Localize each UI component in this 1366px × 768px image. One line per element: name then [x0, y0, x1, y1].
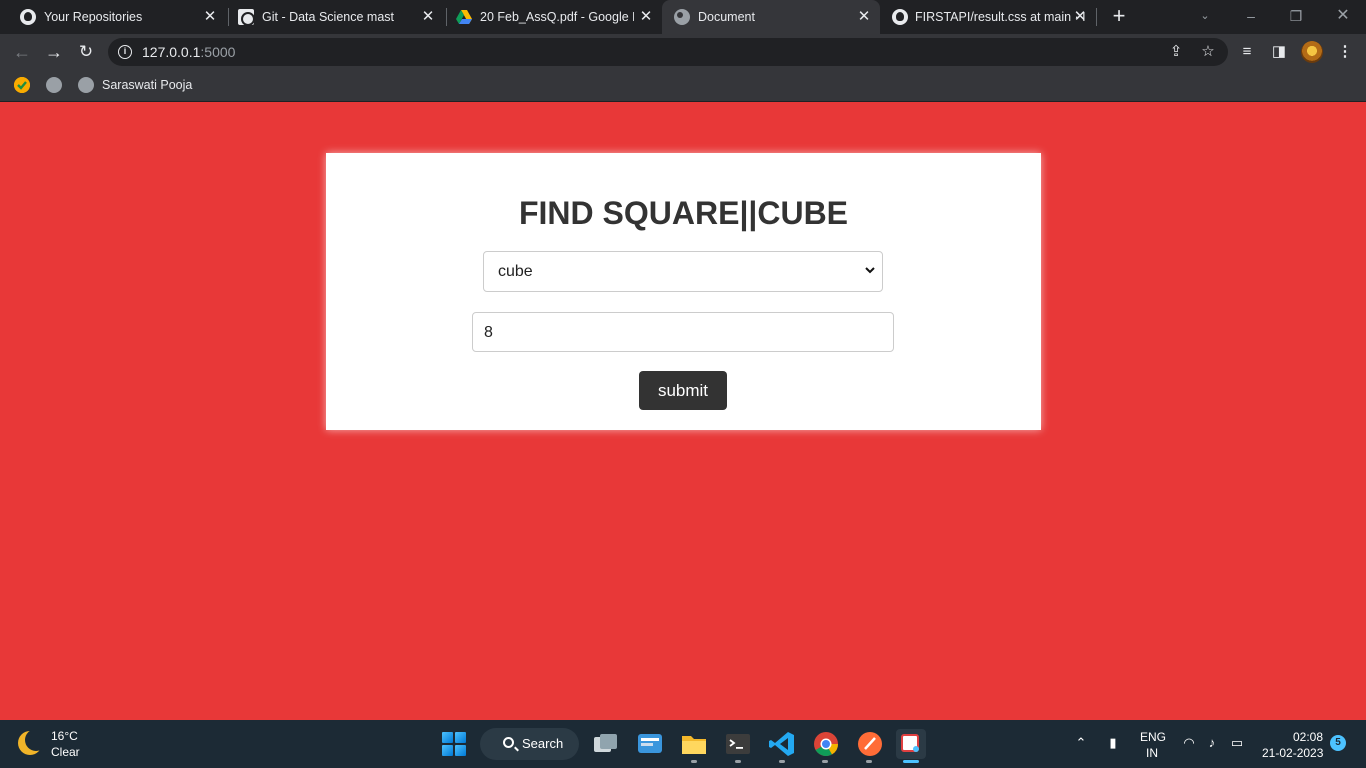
- tab-document[interactable]: Document ✕: [662, 0, 880, 34]
- bookmarks-bar: Saraswati Pooja: [0, 70, 1366, 102]
- url-host: 127.0.0.1: [142, 44, 201, 60]
- running-indicator: [866, 760, 872, 763]
- close-window-button[interactable]: ✕: [1332, 6, 1354, 26]
- wifi-icon[interactable]: ◠: [1180, 734, 1198, 752]
- windows-logo-pane: [455, 732, 466, 743]
- globe-icon: [674, 9, 690, 25]
- running-indicator: [779, 760, 785, 763]
- terminal-icon[interactable]: [723, 729, 753, 759]
- tab-strip: Your Repositories ✕ Git - Data Science m…: [0, 0, 1366, 34]
- new-tab-button[interactable]: +: [1109, 5, 1129, 27]
- forward-button[interactable]: →: [42, 40, 66, 64]
- pwskills-icon: [238, 9, 255, 26]
- tab-title: FIRSTAPI/result.css at main · I: [915, 10, 1085, 24]
- submit-button[interactable]: submit: [639, 371, 727, 410]
- more-menu-icon[interactable]: ⋮: [1334, 41, 1356, 63]
- start-button[interactable]: [442, 732, 466, 756]
- side-panel-icon[interactable]: ◨: [1268, 41, 1290, 63]
- widgets-icon[interactable]: [635, 729, 665, 759]
- running-indicator-active: [903, 760, 919, 763]
- number-input-value: 8: [484, 324, 493, 341]
- tab-title: Git - Data Science masters | P: [262, 10, 394, 24]
- operation-select-value: cube: [498, 263, 533, 280]
- page-title: FIND SQUARE||CUBE: [518, 195, 849, 231]
- url-port: :5000: [200, 44, 236, 60]
- running-indicator: [691, 760, 697, 763]
- running-indicator: [735, 760, 741, 763]
- tab-search-chevron-icon[interactable]: ⌄: [1194, 6, 1216, 26]
- checkmark-bookmark-icon[interactable]: [14, 77, 30, 93]
- task-view-icon[interactable]: [591, 729, 621, 759]
- browser-toolbar: ← → ↻ i 127.0.0.1:5000 ⇪ ☆ ≡ ◨ ⋮: [0, 34, 1366, 70]
- reading-list-icon[interactable]: ≡: [1236, 41, 1258, 63]
- tab-your-repositories[interactable]: Your Repositories ✕: [0, 0, 228, 34]
- site-info-icon[interactable]: i: [118, 45, 132, 59]
- reload-button[interactable]: ↻: [74, 40, 98, 64]
- tab-close-icon[interactable]: ✕: [638, 9, 654, 25]
- clock-date[interactable]: 21-02-2023: [1262, 746, 1323, 760]
- weather-desc[interactable]: Clear: [51, 745, 80, 759]
- bookmark-star-icon[interactable]: ☆: [1199, 43, 1217, 61]
- language-line1[interactable]: ENG: [1140, 730, 1166, 744]
- github-icon: [892, 9, 908, 25]
- clock-time[interactable]: 02:08: [1293, 730, 1323, 744]
- tab-title: 20 Feb_AssQ.pdf - Google Dr: [480, 10, 634, 24]
- search-icon: [503, 737, 514, 748]
- form-card: FIND SQUARE||CUBE cube 8 submit: [326, 153, 1041, 430]
- address-bar[interactable]: i 127.0.0.1:5000 ⇪ ☆: [108, 38, 1228, 66]
- globe-icon: [78, 77, 94, 93]
- tab-google-drive-pdf[interactable]: 20 Feb_AssQ.pdf - Google Dr ✕: [436, 0, 662, 34]
- taskbar-search-label: Search: [522, 736, 564, 751]
- volume-icon[interactable]: ♪: [1203, 734, 1221, 752]
- tab-git-data-science[interactable]: Git - Data Science masters | P ✕: [218, 0, 446, 34]
- language-line2[interactable]: IN: [1146, 746, 1158, 760]
- operation-select[interactable]: cube: [483, 251, 883, 292]
- tab-title: Your Repositories: [44, 10, 143, 24]
- usb-device-icon[interactable]: ▮: [1104, 734, 1122, 752]
- checkmark-icon: [14, 77, 30, 93]
- profile-avatar[interactable]: [1301, 41, 1323, 63]
- tab-firstapi-result-css[interactable]: FIRSTAPI/result.css at main · I ✕: [880, 0, 1098, 34]
- windows-logo-pane: [455, 745, 466, 756]
- file-explorer-icon[interactable]: [679, 729, 709, 759]
- windows-logo-pane: [442, 732, 453, 743]
- share-icon[interactable]: ⇪: [1167, 43, 1185, 61]
- tab-close-icon[interactable]: ✕: [856, 9, 872, 25]
- github-icon: [20, 9, 36, 25]
- running-indicator: [822, 760, 828, 763]
- google-drive-icon: [456, 10, 472, 24]
- page-viewport: FIND SQUARE||CUBE cube 8 submit: [0, 102, 1366, 720]
- taskbar-search[interactable]: Search: [480, 728, 579, 760]
- postman-icon[interactable]: [855, 729, 885, 759]
- address-url: 127.0.0.1:5000: [142, 45, 235, 59]
- tab-close-icon[interactable]: ✕: [202, 9, 218, 25]
- globe-bookmark-icon[interactable]: [46, 77, 62, 93]
- windows-logo-pane: [442, 745, 453, 756]
- bookmark-saraswati-pooja[interactable]: Saraswati Pooja: [102, 78, 192, 92]
- tab-divider: [1096, 8, 1097, 26]
- number-input[interactable]: 8: [472, 312, 894, 352]
- snipping-tool-icon[interactable]: [896, 729, 926, 759]
- notification-badge[interactable]: 5: [1330, 735, 1346, 751]
- chevron-down-icon: [865, 267, 875, 274]
- battery-icon[interactable]: ▭: [1228, 734, 1246, 752]
- tab-title: Document: [698, 10, 755, 24]
- restore-button[interactable]: ❐: [1285, 6, 1307, 26]
- chrome-icon[interactable]: [811, 729, 841, 759]
- moon-weather-icon[interactable]: [18, 729, 47, 755]
- weather-temp[interactable]: 16°C: [51, 729, 78, 743]
- tab-close-icon[interactable]: ✕: [420, 9, 436, 25]
- minimize-button[interactable]: –: [1240, 6, 1262, 26]
- chevron-up-icon[interactable]: ⌃: [1072, 734, 1090, 752]
- windows-taskbar: 16°C Clear Search ⌃ ▮ ENG IN ◠ ♪ ▭ 02:08…: [0, 720, 1366, 768]
- tab-close-icon[interactable]: ✕: [1072, 9, 1088, 25]
- vscode-icon[interactable]: [767, 729, 797, 759]
- back-button[interactable]: ←: [10, 40, 34, 64]
